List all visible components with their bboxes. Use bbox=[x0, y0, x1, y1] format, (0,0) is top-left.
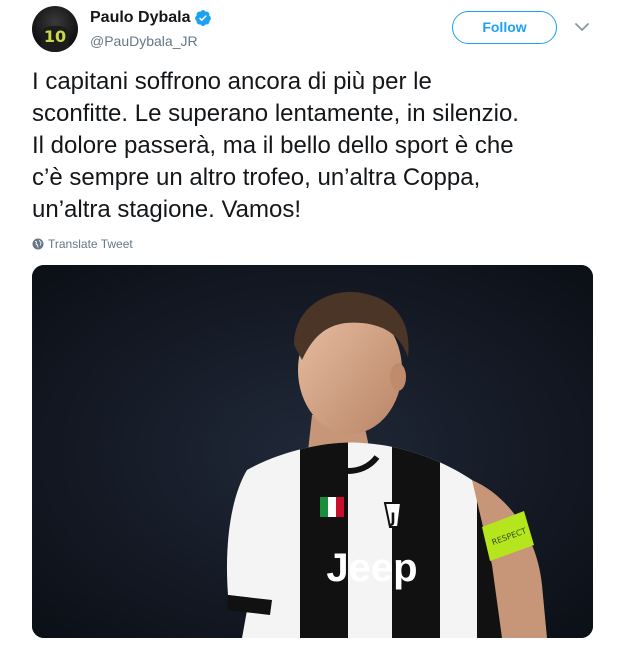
author-name-row: Paulo Dybala bbox=[90, 8, 212, 28]
svg-text:J: J bbox=[389, 511, 395, 527]
tweet-photo[interactable]: J Jeep RESPECT bbox=[32, 265, 593, 638]
follow-button[interactable]: Follow bbox=[452, 11, 557, 44]
shirt-sponsor-text: Jeep bbox=[326, 546, 417, 590]
tweet-text-line: Il dolore passerà, ma il bello dello spo… bbox=[32, 132, 514, 159]
tweet-text: I capitani soffrono ancora di più per le… bbox=[32, 66, 602, 226]
tweet-text-line: sconfitte. Le superano lentamente, in si… bbox=[32, 100, 519, 127]
avatar[interactable]: 10 bbox=[32, 6, 78, 52]
chevron-down-icon[interactable] bbox=[575, 22, 589, 32]
avatar-shirt-number: 10 bbox=[43, 27, 67, 46]
player-photo-illustration: J Jeep RESPECT bbox=[32, 265, 593, 638]
author-display-name[interactable]: Paulo Dybala bbox=[90, 9, 190, 27]
verified-badge-icon bbox=[195, 10, 212, 26]
translate-label: Translate Tweet bbox=[48, 237, 133, 251]
tweet-text-line: I capitani soffrono ancora di più per le bbox=[32, 68, 432, 95]
globe-icon bbox=[32, 238, 44, 250]
tweet-text-line: c’è sempre un altro trofeo, un’altra Cop… bbox=[32, 164, 481, 191]
tweet-text-line: un’altra stagione. Vamos! bbox=[32, 196, 302, 223]
translate-tweet-link[interactable]: Translate Tweet bbox=[32, 236, 133, 252]
author-handle[interactable]: @PauDybala_JR bbox=[90, 33, 198, 49]
tweet-card: 10 Paulo Dybala @PauDybala_JR Follow I c… bbox=[0, 0, 617, 648]
